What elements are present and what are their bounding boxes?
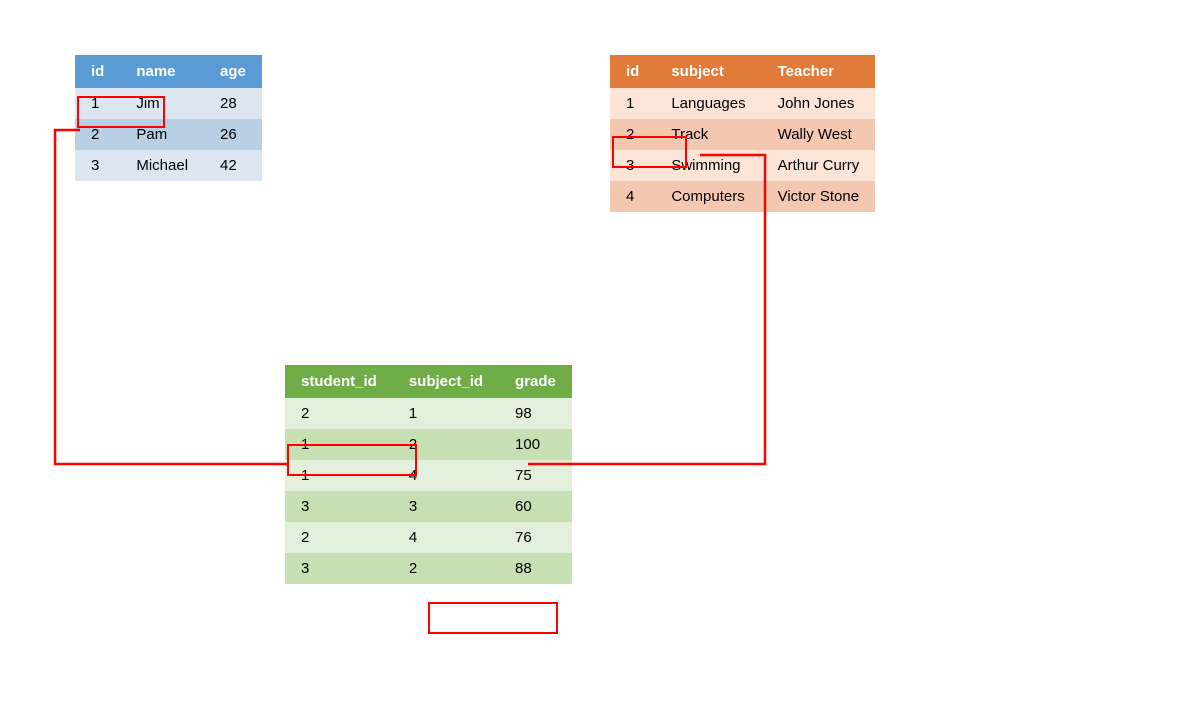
grade-subject-id: 3 bbox=[393, 491, 499, 522]
teacher-subject: Computers bbox=[655, 181, 761, 212]
grade-subject-id: 4 bbox=[393, 460, 499, 491]
grade-student-id: 3 bbox=[285, 491, 393, 522]
student-id: 2 bbox=[75, 119, 120, 150]
grade-student-id: 2 bbox=[285, 522, 393, 553]
teachers-table-container: id subject Teacher 1 Languages John Jone… bbox=[610, 55, 875, 212]
table-row: 3 3 60 bbox=[285, 491, 572, 522]
teachers-col-id: id bbox=[610, 55, 655, 88]
table-row: 1 Jim 28 bbox=[75, 88, 262, 119]
student-name: Jim bbox=[120, 88, 204, 119]
table-row: 2 Track Wally West bbox=[610, 119, 875, 150]
grade-student-id: 1 bbox=[285, 429, 393, 460]
grades-col-subject-id: subject_id bbox=[393, 365, 499, 398]
grades-table-container: student_id subject_id grade 2 1 98 1 2 1… bbox=[285, 365, 572, 584]
teacher-id: 4 bbox=[610, 181, 655, 212]
student-age: 28 bbox=[204, 88, 262, 119]
students-table-container: id name age 1 Jim 28 2 Pam 26 3 Michael … bbox=[75, 55, 262, 181]
teacher-name: John Jones bbox=[762, 88, 876, 119]
students-col-name: name bbox=[120, 55, 204, 88]
grade-subject-id: 1 bbox=[393, 398, 499, 429]
teacher-name: Wally West bbox=[762, 119, 876, 150]
students-col-age: age bbox=[204, 55, 262, 88]
grade-subject-id: 2 bbox=[393, 429, 499, 460]
grade-student-id: 3 bbox=[285, 553, 393, 584]
teacher-id: 3 bbox=[610, 150, 655, 181]
student-id: 3 bbox=[75, 150, 120, 181]
student-age: 26 bbox=[204, 119, 262, 150]
teacher-subject: Languages bbox=[655, 88, 761, 119]
table-row: 2 4 76 bbox=[285, 522, 572, 553]
student-name: Pam bbox=[120, 119, 204, 150]
table-row: 1 2 100 bbox=[285, 429, 572, 460]
student-id: 1 bbox=[75, 88, 120, 119]
table-row: 1 Languages John Jones bbox=[610, 88, 875, 119]
teachers-col-subject: subject bbox=[655, 55, 761, 88]
grade-value: 60 bbox=[499, 491, 572, 522]
grade-student-id: 1 bbox=[285, 460, 393, 491]
grades-col-grade: grade bbox=[499, 365, 572, 398]
grades-col-student-id: student_id bbox=[285, 365, 393, 398]
table-row: 2 Pam 26 bbox=[75, 119, 262, 150]
grade-subject-id: 2 bbox=[393, 553, 499, 584]
grade-value: 100 bbox=[499, 429, 572, 460]
grade-value: 88 bbox=[499, 553, 572, 584]
table-row: 4 Computers Victor Stone bbox=[610, 181, 875, 212]
grade-student-id: 2 bbox=[285, 398, 393, 429]
grade-value: 98 bbox=[499, 398, 572, 429]
student-name: Michael bbox=[120, 150, 204, 181]
highlight-grade-subject-id-2 bbox=[428, 602, 558, 634]
teacher-subject: Track bbox=[655, 119, 761, 150]
students-table: id name age 1 Jim 28 2 Pam 26 3 Michael … bbox=[75, 55, 262, 181]
grades-table: student_id subject_id grade 2 1 98 1 2 1… bbox=[285, 365, 572, 584]
teacher-subject: Swimming bbox=[655, 150, 761, 181]
student-age: 42 bbox=[204, 150, 262, 181]
teacher-id: 1 bbox=[610, 88, 655, 119]
table-row: 3 Swimming Arthur Curry bbox=[610, 150, 875, 181]
grade-subject-id: 4 bbox=[393, 522, 499, 553]
grade-value: 76 bbox=[499, 522, 572, 553]
teacher-name: Victor Stone bbox=[762, 181, 876, 212]
table-row: 2 1 98 bbox=[285, 398, 572, 429]
grade-value: 75 bbox=[499, 460, 572, 491]
teachers-col-teacher: Teacher bbox=[762, 55, 876, 88]
table-row: 3 2 88 bbox=[285, 553, 572, 584]
teacher-id: 2 bbox=[610, 119, 655, 150]
teacher-name: Arthur Curry bbox=[762, 150, 876, 181]
teachers-table: id subject Teacher 1 Languages John Jone… bbox=[610, 55, 875, 212]
students-col-id: id bbox=[75, 55, 120, 88]
table-row: 3 Michael 42 bbox=[75, 150, 262, 181]
table-row: 1 4 75 bbox=[285, 460, 572, 491]
